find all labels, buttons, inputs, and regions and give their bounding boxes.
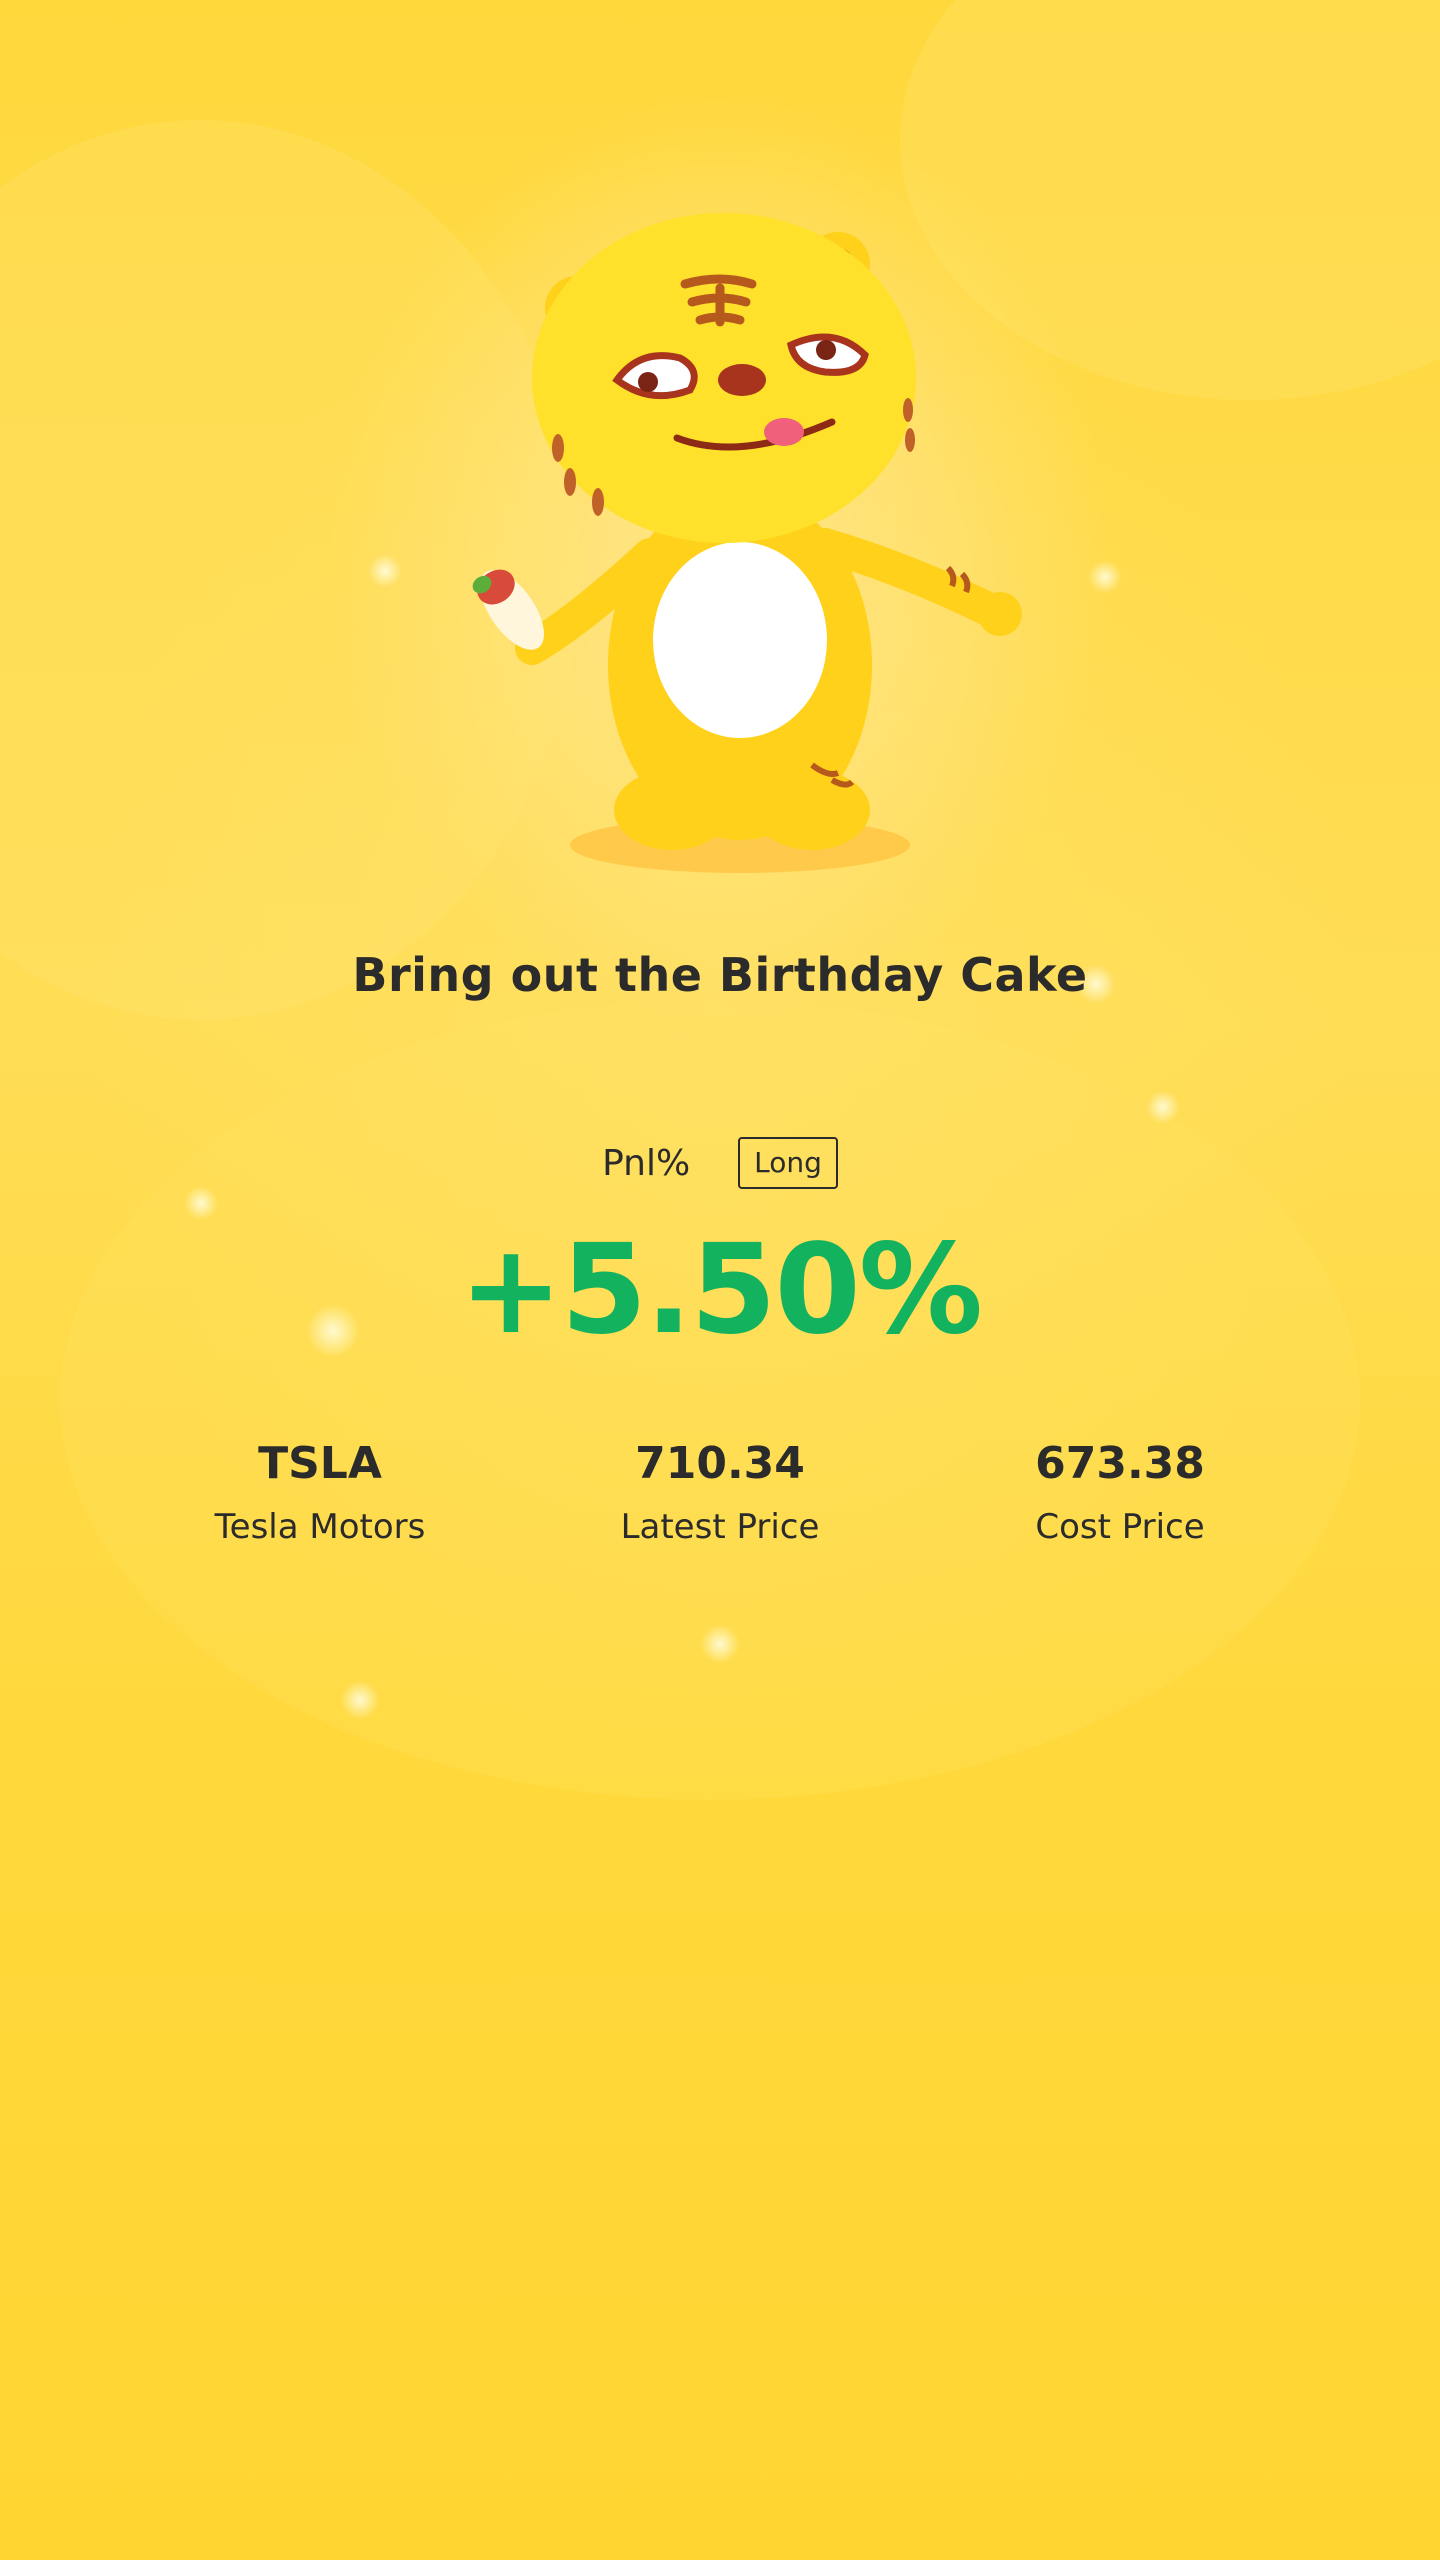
position-stats: TSLA Tesla Motors 710.34 Latest Price 67… xyxy=(0,1432,1440,1572)
latest-price-value: 710.34 xyxy=(635,1438,805,1489)
latest-price-label: Latest Price xyxy=(620,1507,820,1547)
stat-latest-price: 710.34 Latest Price xyxy=(540,1432,900,1552)
company-name: Tesla Motors xyxy=(214,1507,426,1547)
position-direction-badge: Long xyxy=(738,1137,838,1189)
stat-cost-price: 673.38 Cost Price xyxy=(940,1432,1300,1552)
ticker-symbol: TSLA xyxy=(258,1438,382,1489)
cost-price-value: 673.38 xyxy=(1035,1438,1205,1489)
tiger-mascot-illustration xyxy=(472,213,1022,873)
pnl-header: Pnl% Long xyxy=(0,1137,1440,1189)
stat-ticker: TSLA Tesla Motors xyxy=(140,1432,500,1552)
card-title: Bring out the Birthday Cake xyxy=(352,948,1088,1002)
pnl-label: Pnl% xyxy=(602,1142,691,1184)
pnl-percentage: +5.50% xyxy=(458,1218,983,1362)
cost-price-label: Cost Price xyxy=(1035,1507,1205,1547)
